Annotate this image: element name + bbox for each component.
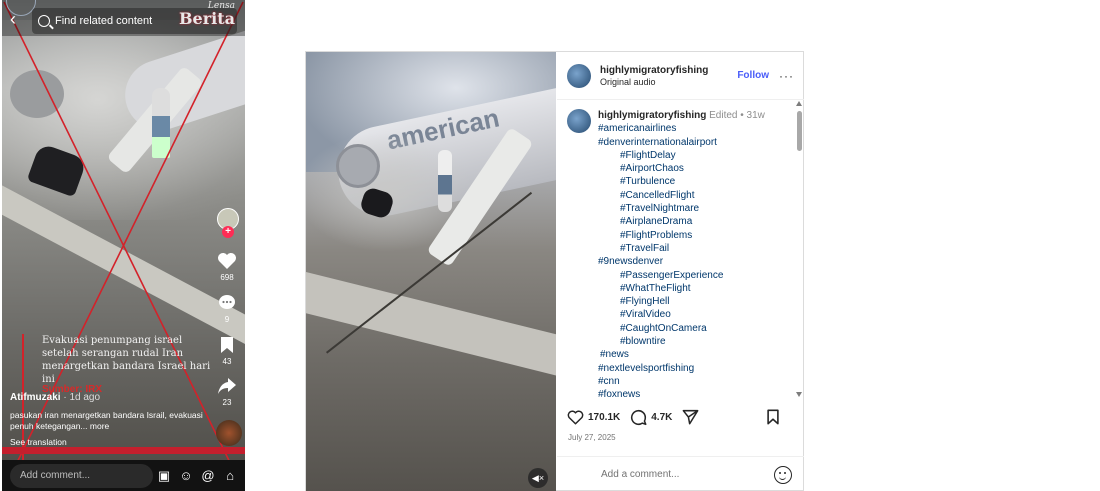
caption-body: highlymigratoryfishing Edited • 31w #ame…: [598, 109, 765, 397]
post-video[interactable]: american ◀×: [306, 52, 556, 491]
caption-meta: Edited • 31w: [709, 110, 765, 121]
instagram-post: american ◀× highlymigratoryfishing Origi…: [305, 51, 804, 491]
image-icon[interactable]: ▣: [153, 468, 175, 484]
hashtag-link[interactable]: #9newsdenver: [598, 255, 765, 268]
audio-label[interactable]: Original audio: [600, 77, 737, 87]
like-button[interactable]: 170.1K: [567, 409, 621, 425]
like-count: 698: [220, 273, 234, 282]
caption-area: highlymigratoryfishing Edited • 31w #ame…: [557, 101, 804, 397]
author-username[interactable]: highlymigratoryfishing: [600, 65, 737, 76]
author-info: highlymigratoryfishing Original audio: [600, 65, 737, 87]
save-button[interactable]: [766, 409, 784, 425]
tiktok-video-panel[interactable]: ‹ Find related content Lensa Berita + 69…: [2, 0, 245, 491]
comment-button[interactable]: 4.7K: [630, 409, 672, 426]
scroll-down-icon[interactable]: [796, 392, 802, 397]
hashtag-link[interactable]: #nextlevelsportfishing: [598, 362, 765, 375]
bookmark-button[interactable]: 43: [212, 336, 242, 366]
share-icon: [218, 378, 236, 394]
post-description: pasukan iran menargetkan bandara Israil,…: [10, 410, 210, 432]
hashtag-link[interactable]: #CancelledFlight: [598, 189, 765, 202]
hashtag-link[interactable]: #ViralVideo: [598, 308, 765, 321]
mute-icon[interactable]: ◀×: [528, 468, 548, 488]
hashtag-link[interactable]: #WhatTheFlight: [598, 282, 765, 295]
more-options-icon[interactable]: ···: [779, 69, 794, 83]
mention-icon[interactable]: @: [197, 468, 219, 483]
watermark-bottom: Berita: [179, 9, 235, 28]
caption-avatar[interactable]: [567, 109, 591, 133]
share-button[interactable]: 23: [212, 377, 242, 407]
post-actions: 170.1K 4.7K: [557, 403, 804, 431]
comment-icon: [219, 295, 235, 309]
runway-stripe: [306, 262, 556, 398]
share-icon: [682, 409, 699, 425]
passenger-walking: [152, 88, 170, 158]
comment-icon: [631, 409, 647, 425]
hashtag-link[interactable]: #cnn: [598, 375, 765, 388]
hashtag-link[interactable]: #AirplaneDrama: [598, 215, 765, 228]
more-link[interactable]: more: [90, 421, 109, 431]
comment-button[interactable]: 9: [212, 294, 242, 324]
hashtag-link[interactable]: #FlightDelay: [598, 149, 765, 162]
hashtag-link[interactable]: #FlyingHell: [598, 295, 765, 308]
hashtag-link[interactable]: #TravelNightmare: [598, 202, 765, 215]
hashtag-link[interactable]: #americanairlines: [598, 122, 765, 135]
see-translation-link[interactable]: See translation: [10, 437, 67, 447]
posted-time: · 1d ago: [63, 392, 101, 403]
heart-icon: [218, 253, 236, 269]
post-sidebar: highlymigratoryfishing Original audio Fo…: [557, 52, 804, 491]
screenshot-canvas: ‹ Find related content Lensa Berita + 69…: [0, 0, 1100, 491]
hashtag-link[interactable]: #denverinternationalairport: [598, 136, 765, 149]
like-button[interactable]: 698: [212, 252, 242, 282]
post-date: July 27, 2025: [568, 433, 616, 442]
search-placeholder: Find related content: [55, 15, 153, 27]
bookmark-count: 43: [222, 357, 232, 366]
plane-engine: [336, 144, 380, 188]
hashtag-link[interactable]: #foxnews: [598, 388, 765, 397]
plane-engine: [10, 70, 64, 118]
add-comment-input[interactable]: Add a comment...: [601, 469, 774, 480]
hashtag-link[interactable]: #news: [598, 348, 765, 361]
hashtag-link[interactable]: #FlightProblems: [598, 229, 765, 242]
watermark-logo: Lensa Berita: [179, 2, 235, 27]
creator-username[interactable]: Atifmuzaki · 1d ago: [10, 392, 100, 403]
passenger-walking: [438, 150, 452, 212]
like-count: 170.1K: [588, 411, 621, 423]
follow-plus-icon[interactable]: +: [222, 226, 234, 238]
scroll-up-icon[interactable]: [796, 101, 802, 106]
comment-input[interactable]: Add comment...: [10, 463, 153, 488]
bookmark-icon: [221, 337, 233, 353]
caption-scrollbar[interactable]: [795, 101, 804, 397]
music-disc-icon[interactable]: [216, 420, 242, 446]
username-text: Atifmuzaki: [10, 392, 61, 403]
comment-bar: Add comment... ▣ ☺ @ ⌂: [2, 460, 245, 491]
hashtag-link[interactable]: #CaughtOnCamera: [598, 322, 765, 335]
bookmark-icon: [767, 409, 779, 425]
search-icon: [38, 15, 50, 27]
comment-count: 9: [224, 315, 230, 324]
emoji-icon[interactable]: ☺: [175, 468, 197, 483]
back-icon[interactable]: ‹: [10, 10, 24, 30]
heart-icon: [567, 409, 584, 424]
caption-username[interactable]: highlymigratoryfishing: [598, 110, 706, 121]
follow-button[interactable]: Follow: [737, 70, 769, 81]
hashtag-link[interactable]: #PassengerExperience: [598, 269, 765, 282]
hashtag-link[interactable]: #AirportChaos: [598, 162, 765, 175]
emoji-icon[interactable]: [774, 465, 792, 484]
hashtag-link[interactable]: #Turbulence: [598, 175, 765, 188]
red-banner-strip: [2, 447, 245, 454]
author-avatar[interactable]: [567, 63, 591, 88]
hashtag-list: #americanairlines #denverinternationalair…: [598, 122, 765, 397]
video-caption-overlay: Evakuasi penumpang israel setelah serang…: [42, 335, 211, 385]
gift-icon[interactable]: ⌂: [219, 468, 241, 483]
share-count: 23: [222, 398, 232, 407]
share-button[interactable]: [682, 409, 703, 425]
scroll-thumb[interactable]: [797, 111, 802, 151]
hashtag-link[interactable]: #TravelFail: [598, 242, 765, 255]
post-header: highlymigratoryfishing Original audio Fo…: [557, 52, 804, 100]
comment-count: 4.7K: [651, 411, 673, 423]
add-comment-bar: Add a comment...: [557, 456, 804, 491]
hashtag-link[interactable]: #blowntire: [598, 335, 765, 348]
